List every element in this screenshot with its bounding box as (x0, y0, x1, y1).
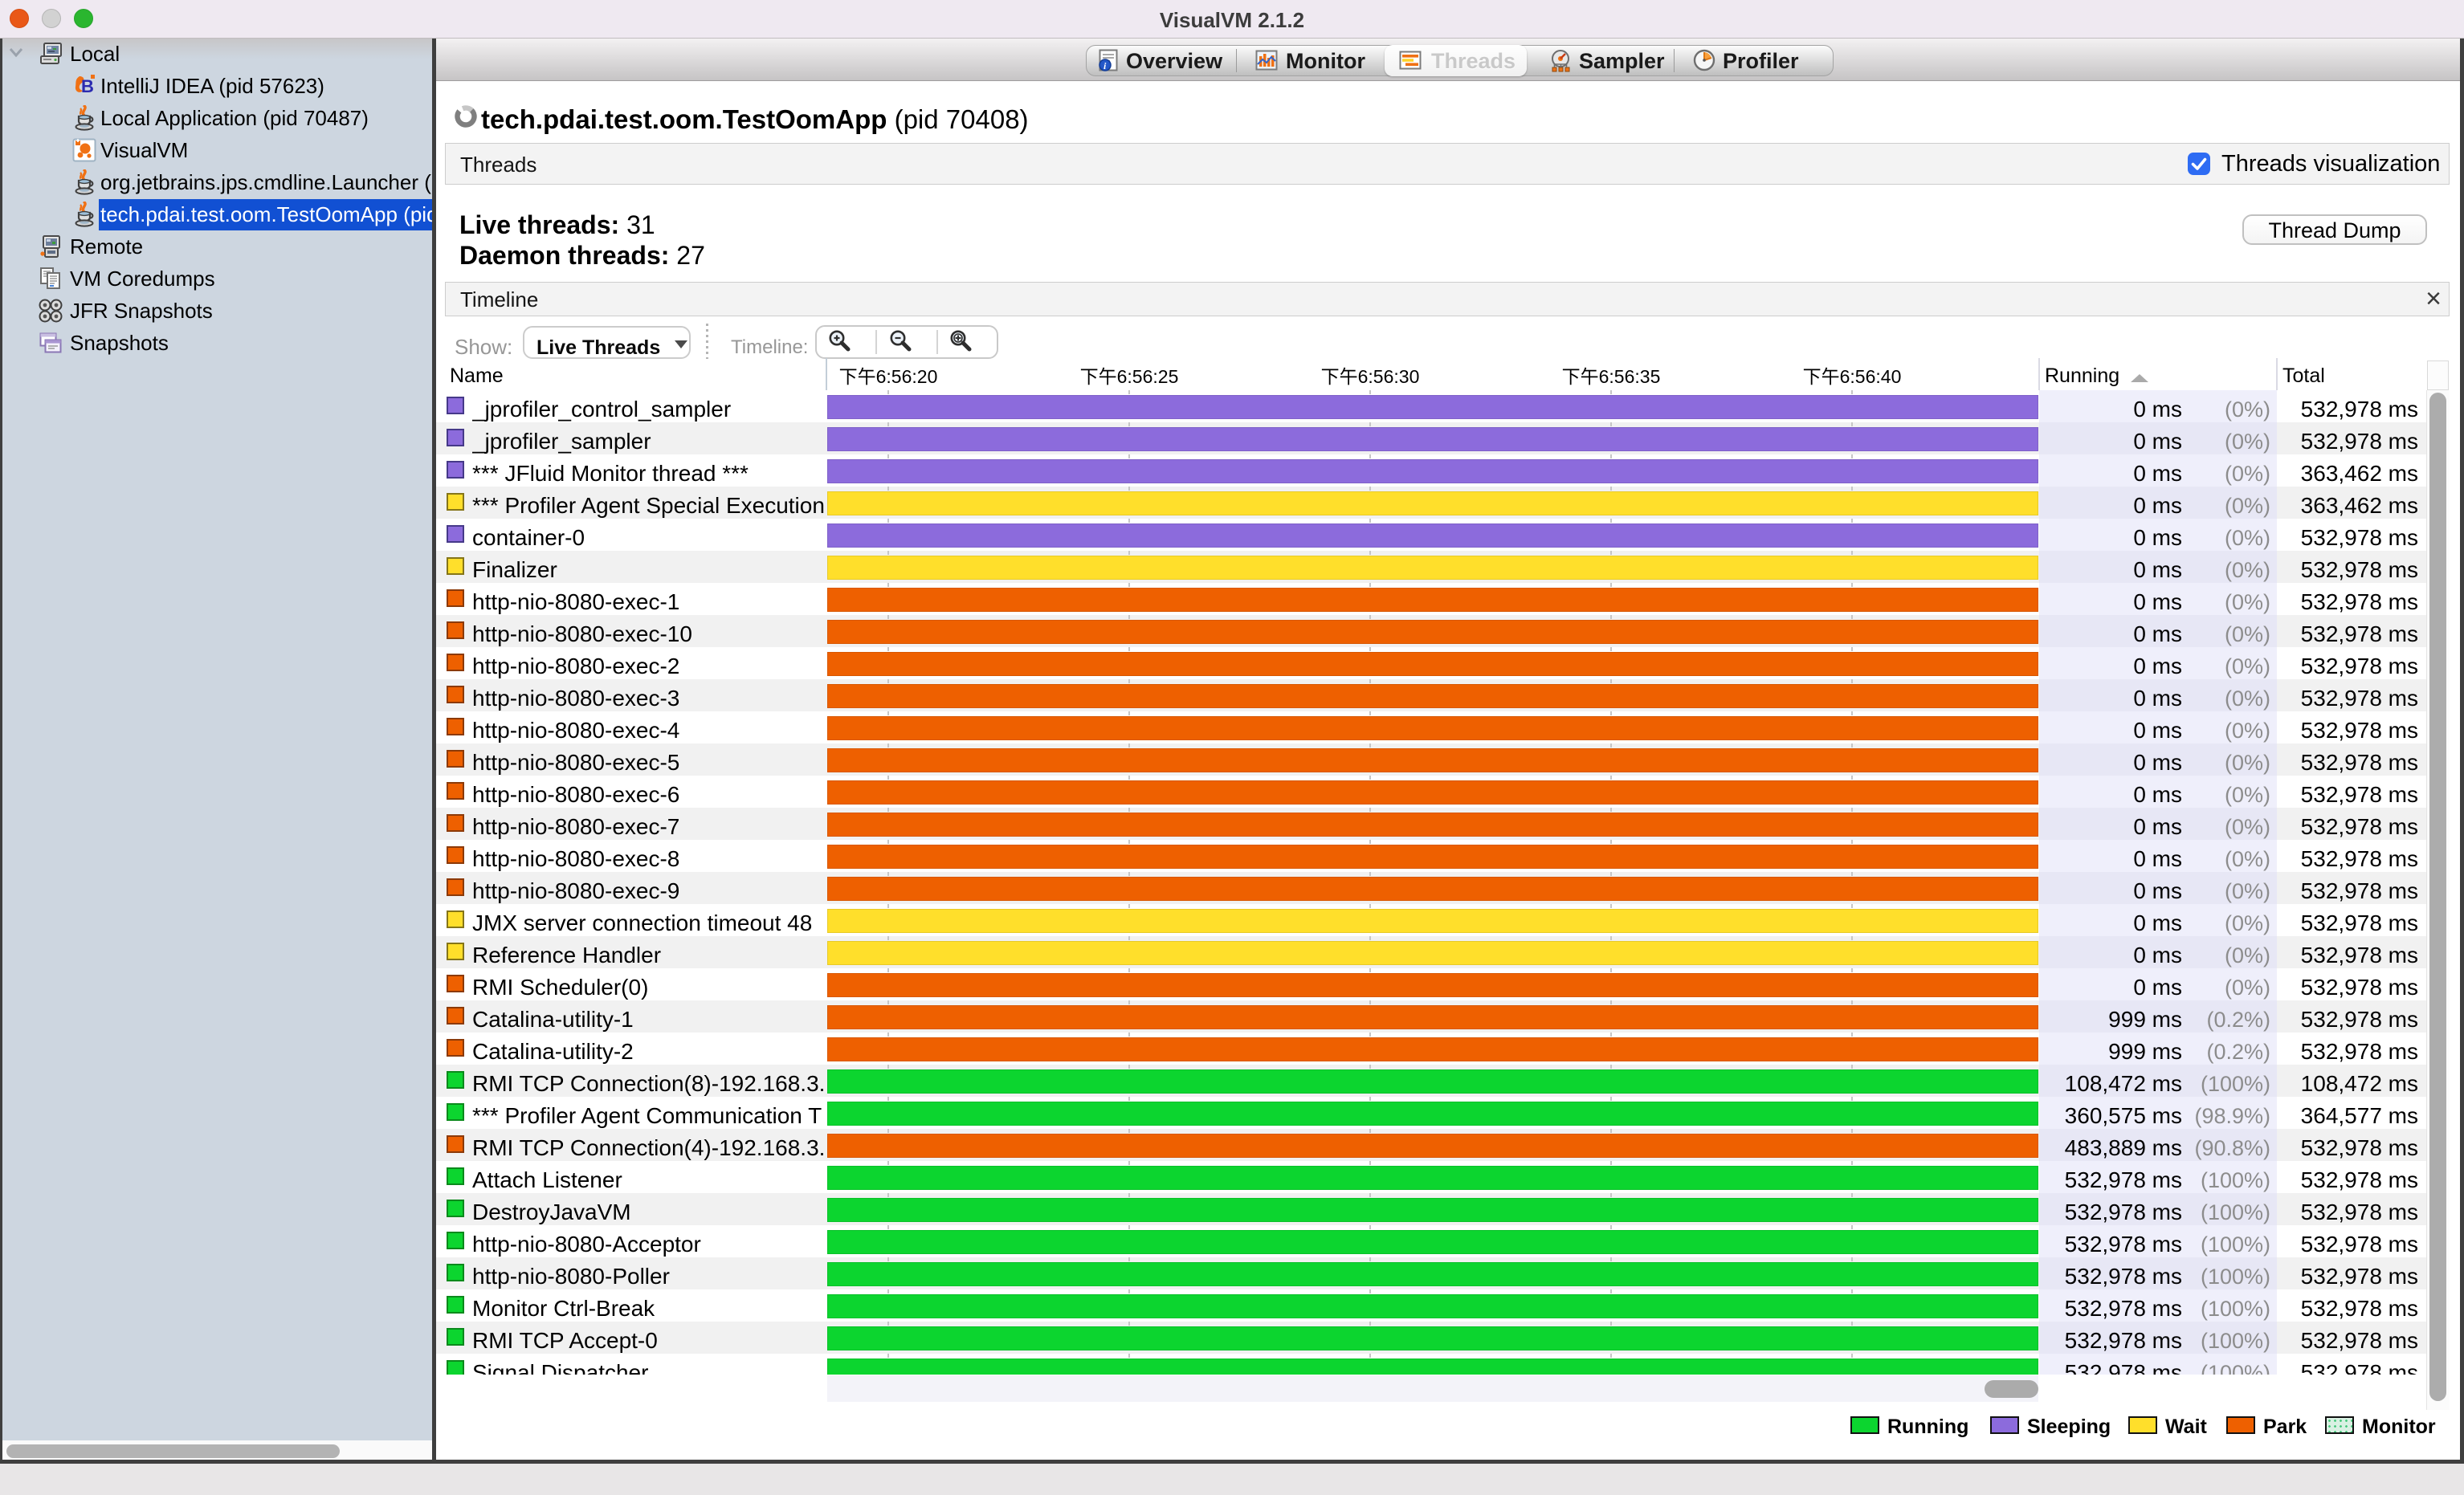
svg-text:B: B (81, 76, 94, 96)
